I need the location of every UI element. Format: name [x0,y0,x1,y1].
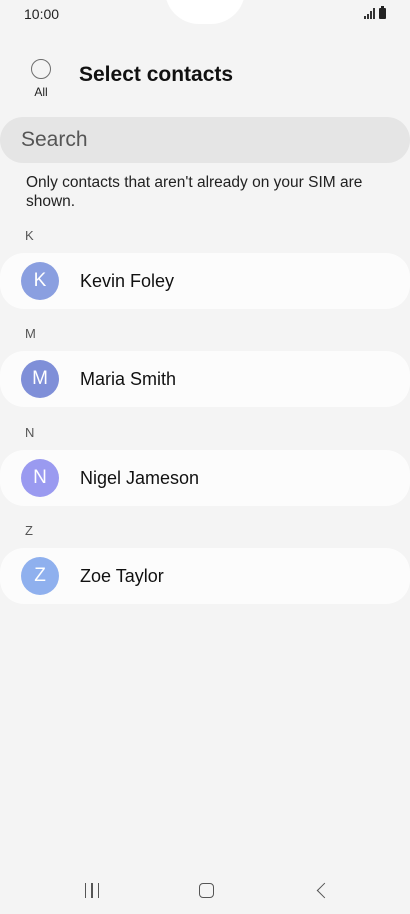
contact-name: Maria Smith [80,368,177,389]
contact-name: Kevin Foley [80,270,175,291]
navigation-bar [0,866,410,914]
select-all-circle-icon[interactable] [31,59,51,79]
section-letter-m: M [25,326,36,341]
contact-name: Zoe Taylor [80,565,164,586]
camera-notch [165,0,245,24]
home-icon[interactable] [191,878,221,902]
info-text: Only contacts that aren't already on you… [26,174,363,210]
avatar: K [21,262,59,300]
status-time: 10:00 [24,6,60,22]
section-letter-n: N [25,425,35,440]
contact-name: Nigel Jameson [80,467,200,488]
recents-icon[interactable] [77,878,107,902]
avatar: Z [21,557,59,595]
battery-icon [379,6,386,19]
status-bar: 10:00 [0,0,410,30]
signal-icon [364,8,375,19]
select-all-label: All [34,85,48,99]
page-title: Select contacts [79,63,234,86]
back-icon[interactable] [306,878,336,902]
contact-item-kevin-foley[interactable]: K Kevin Foley [0,253,410,309]
section-letter-k: K [25,228,34,243]
contact-item-zoe-taylor[interactable]: Z Zoe Taylor [0,548,410,604]
contact-item-nigel-jameson[interactable]: N Nigel Jameson [0,450,410,506]
avatar: N [21,459,59,497]
header: All Select contacts [0,55,410,105]
avatar: M [21,360,59,398]
search-input[interactable]: Search [0,117,410,163]
contact-item-maria-smith[interactable]: M Maria Smith [0,351,410,407]
section-letter-z: Z [25,523,33,538]
status-icons [364,6,386,19]
select-all-checkbox[interactable]: All [27,59,55,99]
